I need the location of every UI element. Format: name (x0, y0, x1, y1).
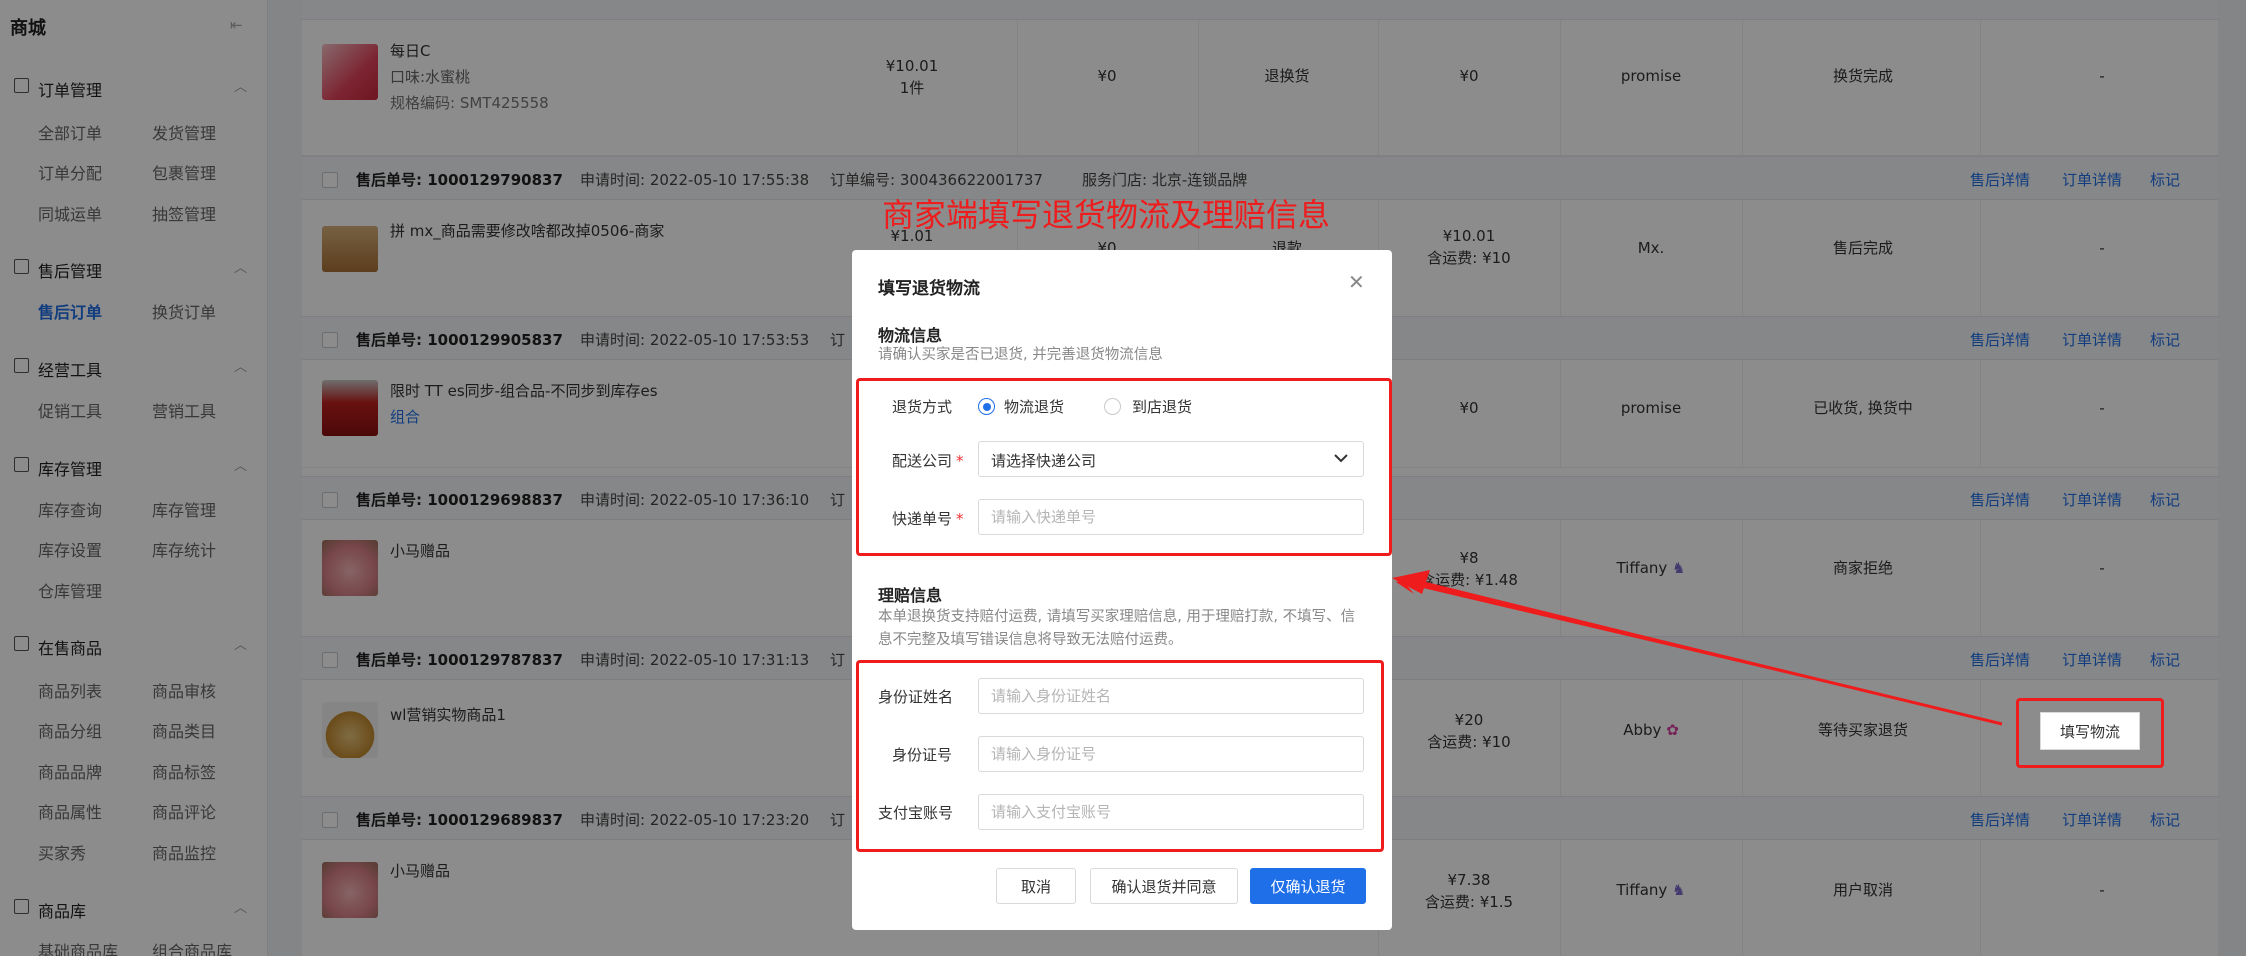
annotation-arrow-icon (1392, 570, 2003, 726)
